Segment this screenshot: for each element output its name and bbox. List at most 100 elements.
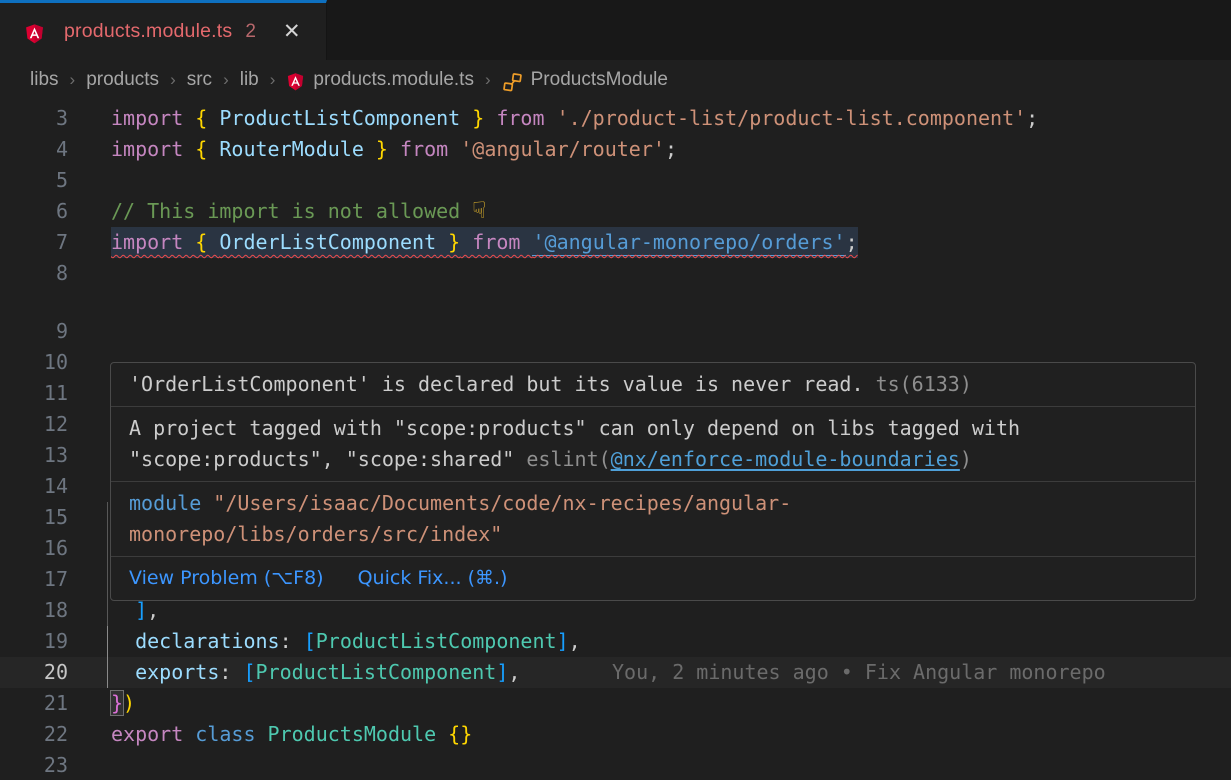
indent-guide — [107, 533, 108, 564]
line-content[interactable]: import { ProductListComponent } from './… — [111, 103, 1231, 134]
line-content[interactable]: }) — [111, 688, 1231, 719]
view-problem-link[interactable]: View Problem (⌥F8) — [129, 565, 324, 591]
tab-bar: products.module.ts 2 ✕ — [0, 0, 1231, 60]
line-number[interactable]: 7 — [0, 227, 68, 258]
line-number[interactable]: 18 — [0, 595, 68, 626]
line-number[interactable]: 13 — [0, 440, 68, 471]
code-token: { — [195, 137, 219, 161]
diagnostic-source-suffix: ) — [960, 447, 972, 471]
line-number[interactable]: 6 — [0, 196, 68, 227]
code-line-3[interactable]: 3 import { ProductListComponent } from '.… — [0, 103, 1231, 134]
line-number[interactable]: 12 — [0, 409, 68, 440]
code-token: } — [436, 230, 460, 254]
code-token: './product-list/product-list.component' — [557, 106, 1027, 130]
line-number[interactable]: 21 — [0, 688, 68, 719]
quick-fix-link[interactable]: Quick Fix... (⌘.) — [358, 565, 508, 591]
line-number[interactable]: 16 — [0, 533, 68, 564]
line-number[interactable]: 14 — [0, 471, 68, 502]
code-line-4[interactable]: 4 import { RouterModule } from '@angular/… — [0, 134, 1231, 165]
diagnostic-source: ts(6133) — [876, 372, 972, 396]
line-content[interactable] — [111, 750, 1231, 780]
line-content[interactable] — [111, 316, 1231, 347]
line-number[interactable]: 23 — [0, 750, 68, 780]
code-token: ProductListComponent — [219, 106, 460, 130]
code-token: ] — [557, 629, 569, 653]
line-number[interactable]: 4 — [0, 134, 68, 165]
breadcrumb-item-ProductsModule[interactable]: ProductsModule — [531, 69, 668, 91]
code-line-20[interactable]: 20You, 2 minutes ago • Fix Angular monor… — [0, 657, 1231, 688]
code-line-23[interactable]: 23 — [0, 750, 1231, 780]
code-token: } — [364, 137, 388, 161]
line-content[interactable] — [111, 165, 1231, 196]
code-token: ProductsModule — [268, 722, 449, 746]
code-token: ☟ — [472, 198, 486, 224]
line-number[interactable]: 22 — [0, 719, 68, 750]
close-icon[interactable]: ✕ — [283, 21, 301, 42]
code-line-9[interactable]: 9 — [0, 316, 1231, 347]
code-token: class — [195, 722, 267, 746]
diagnostic-source-prefix: eslint( — [526, 447, 610, 471]
breadcrumb-item-libs[interactable]: libs — [30, 69, 59, 91]
line-content[interactable]: declarations: [ProductListComponent], — [111, 626, 1231, 657]
code-token: , — [569, 629, 581, 653]
line-content[interactable]: export class ProductsModule {} — [111, 719, 1231, 750]
chevron-right-icon: › — [70, 70, 76, 90]
code-line-5[interactable]: 5 — [0, 165, 1231, 196]
code-line-22[interactable]: 22 export class ProductsModule {} — [0, 719, 1231, 750]
code-token: { — [195, 230, 219, 254]
error-squiggle-range: import { OrderListComponent } from '@ang… — [111, 227, 858, 258]
line-number[interactable]: 11 — [0, 378, 68, 409]
code-line-6[interactable]: 6 // This import is not allowed ☟ — [0, 196, 1231, 227]
line-number[interactable]: 8 — [0, 258, 68, 289]
breadcrumb-item-products[interactable]: products — [86, 69, 159, 91]
code-line-21[interactable]: 21}) — [0, 688, 1231, 719]
module-path-block: module "/Users/isaac/Documents/code/nx-r… — [111, 481, 1195, 556]
indent-guide — [107, 502, 108, 533]
line-content[interactable]: exports: [ProductListComponent], — [111, 657, 1231, 688]
line-number[interactable]: 9 — [0, 316, 68, 347]
code-token: } — [460, 106, 484, 130]
tab-products-module[interactable]: products.module.ts 2 ✕ — [0, 0, 327, 60]
code-line-7[interactable]: 7 import { OrderListComponent } from '@an… — [0, 227, 1231, 258]
code-token: ProductListComponent — [256, 660, 497, 684]
hover-status-bar: View Problem (⌥F8) Quick Fix... (⌘.) — [111, 556, 1195, 600]
code-token: exports — [135, 660, 219, 684]
code-token: from — [460, 230, 532, 254]
line-number[interactable]: 20 — [0, 657, 68, 688]
line-content[interactable]: import { OrderListComponent } from '@ang… — [111, 227, 1231, 258]
eslint-rule-link[interactable]: @nx/enforce-module-boundaries — [611, 447, 960, 471]
class-symbol-icon — [502, 72, 523, 93]
code-token: ProductListComponent — [316, 629, 557, 653]
code-token: : — [280, 629, 304, 653]
code-token: import — [111, 137, 195, 161]
breadcrumb-item-lib[interactable]: lib — [240, 69, 259, 91]
hover-gap-spacer — [0, 289, 1231, 316]
module-path: "/Users/isaac/Documents/code/nx-recipes/… — [129, 491, 791, 546]
code-token: RouterModule — [219, 137, 364, 161]
indent-guide — [107, 657, 108, 688]
code-token: from — [484, 106, 556, 130]
line-number[interactable]: 10 — [0, 347, 68, 378]
code-token: OrderListComponent — [219, 230, 436, 254]
line-number[interactable]: 19 — [0, 626, 68, 657]
line-content[interactable]: // This import is not allowed ☟ — [111, 196, 1231, 227]
code-token: '@angular/router' — [460, 137, 665, 161]
code-token: ] — [135, 598, 147, 622]
code-line-19[interactable]: 19 declarations: [ProductListComponent], — [0, 626, 1231, 657]
breadcrumb-item-products.module.ts[interactable]: products.module.ts — [313, 69, 474, 91]
line-number[interactable]: 15 — [0, 502, 68, 533]
diagnostic-text: 'OrderListComponent' is declared but its… — [129, 372, 864, 396]
line-number[interactable]: 5 — [0, 165, 68, 196]
code-line-8[interactable]: 8 — [0, 258, 1231, 289]
code-token: [ — [243, 660, 255, 684]
code-token: } — [111, 691, 123, 715]
chevron-right-icon: › — [170, 70, 176, 90]
line-number[interactable]: 17 — [0, 564, 68, 595]
line-content[interactable] — [111, 258, 1231, 289]
code-token: ; — [665, 137, 677, 161]
breadcrumb-item-src[interactable]: src — [187, 69, 212, 91]
code-token: ; — [846, 230, 858, 254]
breadcrumb: libs›products›src›lib›products.module.ts… — [0, 60, 1231, 100]
line-content[interactable]: import { RouterModule } from '@angular/r… — [111, 134, 1231, 165]
line-number[interactable]: 3 — [0, 103, 68, 134]
